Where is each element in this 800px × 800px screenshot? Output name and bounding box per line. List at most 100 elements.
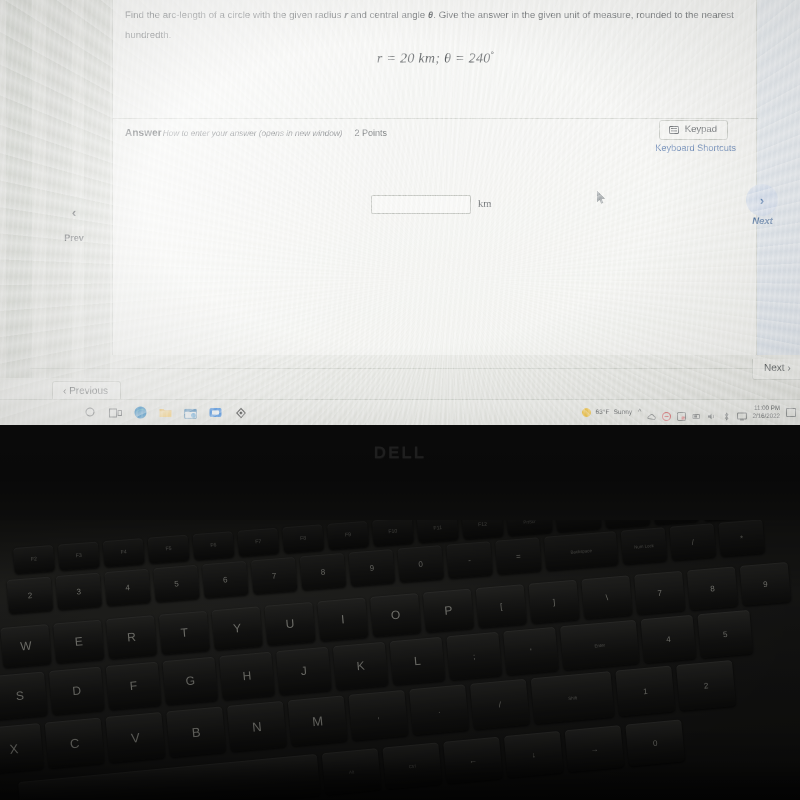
- taskbar-clock[interactable]: 11:00 PM 2/16/2022: [752, 405, 780, 421]
- key-f5[interactable]: F5: [147, 534, 190, 564]
- tray-expand-chevron-icon[interactable]: ^: [638, 409, 641, 416]
- key-f2[interactable]: F2: [13, 544, 55, 574]
- app-icon[interactable]: [234, 406, 247, 419]
- keyboard-shortcuts-link[interactable]: Keyboard Shortcuts: [655, 143, 736, 153]
- key-e[interactable]: E: [53, 619, 105, 664]
- answer-input[interactable]: [371, 195, 471, 214]
- key-t[interactable]: T: [158, 610, 210, 655]
- edge-icon[interactable]: [134, 406, 147, 419]
- key-h[interactable]: H: [219, 651, 275, 701]
- task-view-icon[interactable]: [109, 406, 122, 419]
- key-f[interactable]: F: [105, 661, 162, 710]
- key-9[interactable]: 9: [348, 549, 396, 587]
- key-f6[interactable]: F6: [192, 531, 235, 561]
- key-5[interactable]: 5: [153, 564, 200, 603]
- key-f11[interactable]: F11: [416, 520, 459, 543]
- key-l[interactable]: L: [389, 636, 446, 686]
- store-icon[interactable]: [184, 406, 197, 419]
- key-numpad-0[interactable]: 0: [625, 719, 686, 767]
- key-p[interactable]: P: [422, 588, 475, 633]
- weather-widget[interactable]: 63°F Sunny: [582, 408, 632, 417]
- display-icon[interactable]: [737, 408, 748, 421]
- key-f3[interactable]: F3: [57, 541, 100, 571]
- key-numpad-divide[interactable]: /: [669, 523, 717, 561]
- key-f9[interactable]: F9: [327, 520, 369, 550]
- key-bracket-right[interactable]: ]: [528, 579, 580, 624]
- key-numpad-4[interactable]: 4: [640, 614, 697, 664]
- key-8[interactable]: 8: [299, 552, 347, 591]
- key-comma[interactable]: ,: [348, 689, 409, 741]
- key-numpad-2[interactable]: 2: [676, 660, 736, 711]
- key-f10[interactable]: F10: [371, 520, 414, 547]
- onedrive-icon[interactable]: [647, 408, 657, 420]
- key-f8[interactable]: F8: [282, 524, 325, 554]
- key-numpad-1[interactable]: 1: [615, 665, 676, 717]
- key-m[interactable]: M: [287, 695, 348, 747]
- key-n[interactable]: N: [226, 700, 287, 752]
- key-minus[interactable]: -: [446, 541, 493, 579]
- key-i[interactable]: I: [317, 597, 369, 642]
- key-o[interactable]: O: [370, 593, 422, 637]
- key-numpad-5[interactable]: 5: [697, 609, 754, 659]
- key-quote[interactable]: ': [503, 626, 559, 676]
- battery-icon[interactable]: [692, 408, 701, 420]
- key-g[interactable]: G: [162, 656, 219, 706]
- next-question-button[interactable]: ›: [746, 184, 778, 216]
- key-f12[interactable]: F12: [461, 520, 504, 540]
- key-d[interactable]: D: [48, 666, 105, 715]
- key-period[interactable]: .: [409, 684, 470, 736]
- key-3[interactable]: 3: [55, 572, 103, 611]
- key-numpad-8[interactable]: 8: [686, 566, 739, 611]
- key-f7[interactable]: F7: [237, 527, 280, 557]
- key-enter[interactable]: Enter: [559, 619, 640, 671]
- key-delete[interactable]: Delete: [604, 520, 651, 529]
- network-icon[interactable]: [677, 408, 687, 421]
- key-shift-right[interactable]: Shift: [530, 671, 615, 725]
- search-icon[interactable]: [84, 406, 97, 419]
- key-printscreen[interactable]: PrtScr: [506, 520, 553, 536]
- notification-icon[interactable]: [786, 408, 796, 417]
- key-numpad-9[interactable]: 9: [739, 561, 791, 606]
- volume-icon[interactable]: [707, 408, 716, 420]
- key-backslash[interactable]: \: [581, 575, 633, 620]
- key-numlock[interactable]: Num Lock: [620, 527, 668, 565]
- key-y[interactable]: Y: [211, 606, 263, 651]
- key-c[interactable]: C: [44, 717, 105, 769]
- key-b[interactable]: B: [166, 706, 227, 758]
- key-arrow-right[interactable]: →: [564, 725, 625, 773]
- how-to-enter-answer-link[interactable]: How to enter your answer (opens in new w…: [163, 129, 343, 138]
- key-2[interactable]: 2: [6, 576, 54, 614]
- key-k[interactable]: K: [332, 641, 389, 691]
- key-x[interactable]: X: [0, 723, 44, 774]
- key-f4[interactable]: F4: [102, 538, 145, 568]
- antivirus-icon[interactable]: [662, 408, 672, 422]
- key-backspace[interactable]: Backspace: [543, 531, 619, 571]
- key-4[interactable]: 4: [104, 568, 151, 607]
- bluetooth-icon[interactable]: [722, 408, 731, 421]
- prev-question-button[interactable]: ‹: [58, 196, 90, 228]
- key-6[interactable]: 6: [202, 560, 249, 599]
- key-arrow-down[interactable]: ↓: [503, 730, 564, 778]
- key-ctrl-right[interactable]: Ctrl: [382, 742, 443, 790]
- key-j[interactable]: J: [275, 646, 332, 696]
- key-equals[interactable]: =: [495, 537, 542, 575]
- key-semicolon[interactable]: ;: [446, 631, 502, 681]
- key-r[interactable]: R: [105, 615, 158, 660]
- file-explorer-icon[interactable]: [159, 406, 172, 419]
- key-v[interactable]: V: [105, 711, 166, 763]
- key-7[interactable]: 7: [250, 556, 298, 595]
- key-0[interactable]: 0: [397, 545, 444, 583]
- key-insert[interactable]: Insert: [555, 520, 602, 533]
- key-bracket-left[interactable]: [: [475, 584, 527, 629]
- teams-icon[interactable]: [209, 406, 222, 419]
- keypad-button[interactable]: Keypad: [658, 120, 728, 140]
- key-u[interactable]: U: [264, 601, 316, 646]
- key-alt-right[interactable]: Alt: [321, 748, 382, 796]
- key-arrow-left[interactable]: ←: [443, 736, 503, 784]
- next-button-bottom[interactable]: Next ›: [752, 359, 800, 380]
- key-s[interactable]: S: [0, 671, 48, 720]
- key-slash[interactable]: /: [469, 678, 530, 730]
- key-numpad-7[interactable]: 7: [634, 570, 686, 615]
- key-numpad-multiply[interactable]: *: [718, 520, 765, 557]
- key-w[interactable]: W: [0, 624, 52, 668]
